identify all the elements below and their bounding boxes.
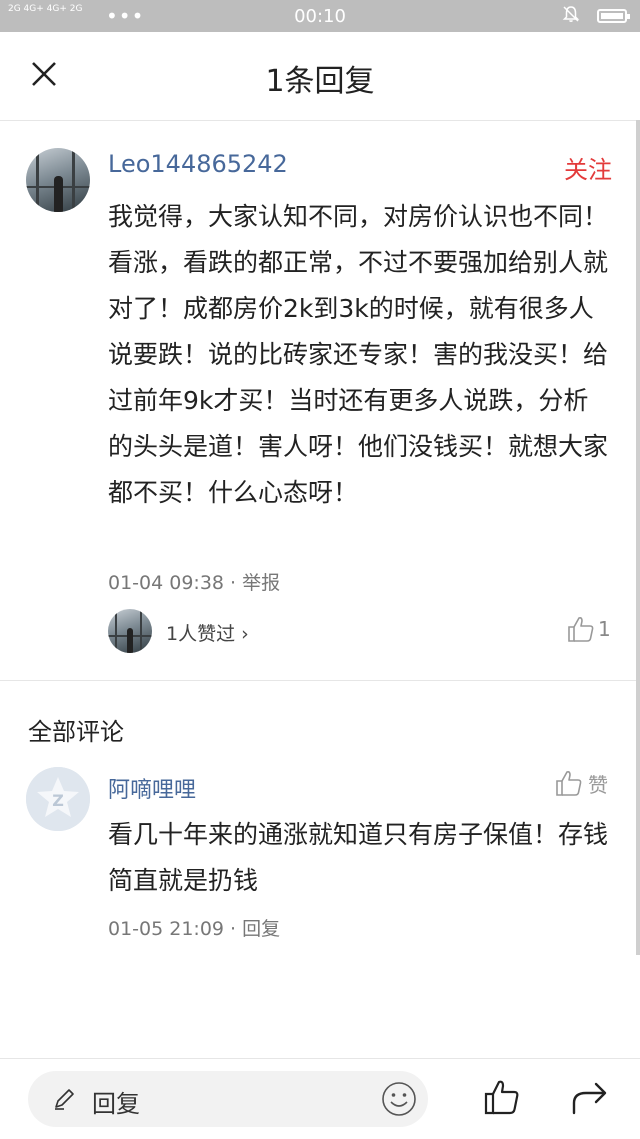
reply-action-button[interactable]: 回复 xyxy=(242,918,280,940)
pen-icon xyxy=(55,1089,74,1110)
meta-separator: · xyxy=(224,572,243,594)
share-icon[interactable] xyxy=(570,1077,610,1117)
comment-meta: 01-04 09:38 · 举报 xyxy=(108,568,280,595)
section-divider xyxy=(0,680,640,681)
header-bar: 1条回复 xyxy=(0,32,640,121)
thumbs-up-icon[interactable] xyxy=(482,1077,522,1117)
reply-input-placeholder: 回复 xyxy=(92,1090,140,1118)
like-button[interactable]: 1 xyxy=(566,614,611,644)
scrollbar[interactable] xyxy=(636,120,640,955)
default-avatar[interactable]: Z xyxy=(26,767,90,831)
comment-username[interactable]: Leo144865242 xyxy=(108,150,288,178)
svg-text:Z: Z xyxy=(52,791,64,810)
follow-button[interactable]: 关注 xyxy=(564,150,612,185)
emoji-icon[interactable] xyxy=(380,1080,418,1118)
section-title: 全部评论 xyxy=(28,718,124,746)
comment-text: 我觉得，大家认知不同，对房价认识也不同！看涨，看跌的都正常，不过不要强加给别人就… xyxy=(108,202,609,507)
reply-text: 看几十年来的通涨就知道只有房子保值！存钱简直就是扔钱 xyxy=(108,820,609,895)
bell-muted-icon xyxy=(562,6,580,22)
thumbs-up-icon xyxy=(556,771,582,796)
reply-like-button[interactable]: 赞 xyxy=(554,768,608,798)
battery-icon xyxy=(597,9,630,23)
like-count: 1 xyxy=(598,617,611,641)
thumbs-up-icon xyxy=(568,617,594,642)
bottom-bar: 回复 xyxy=(0,1058,640,1139)
page-title: 1条回复 xyxy=(265,64,375,99)
comment-timestamp: 01-04 09:38 xyxy=(108,572,225,594)
meta-separator: · xyxy=(224,918,243,940)
reply-timestamp: 01-05 21:09 xyxy=(108,918,225,940)
star-badge-icon: Z xyxy=(26,767,90,831)
reply-like-label: 赞 xyxy=(588,772,608,797)
reply-meta: 01-05 21:09 · 回复 xyxy=(108,914,280,941)
avatar[interactable] xyxy=(26,148,90,212)
likes-list-link[interactable]: 1人赞过 › xyxy=(166,619,249,646)
liker-avatar[interactable] xyxy=(108,609,152,653)
reply-username[interactable]: 阿嘀哩哩 xyxy=(108,772,196,804)
status-time: 00:10 xyxy=(294,6,346,27)
reply-input[interactable]: 回复 xyxy=(28,1071,428,1127)
report-button[interactable]: 举报 xyxy=(242,572,280,594)
status-bar: 2G 4G+ 4G+ 2G ••• 00:10 xyxy=(0,0,640,32)
